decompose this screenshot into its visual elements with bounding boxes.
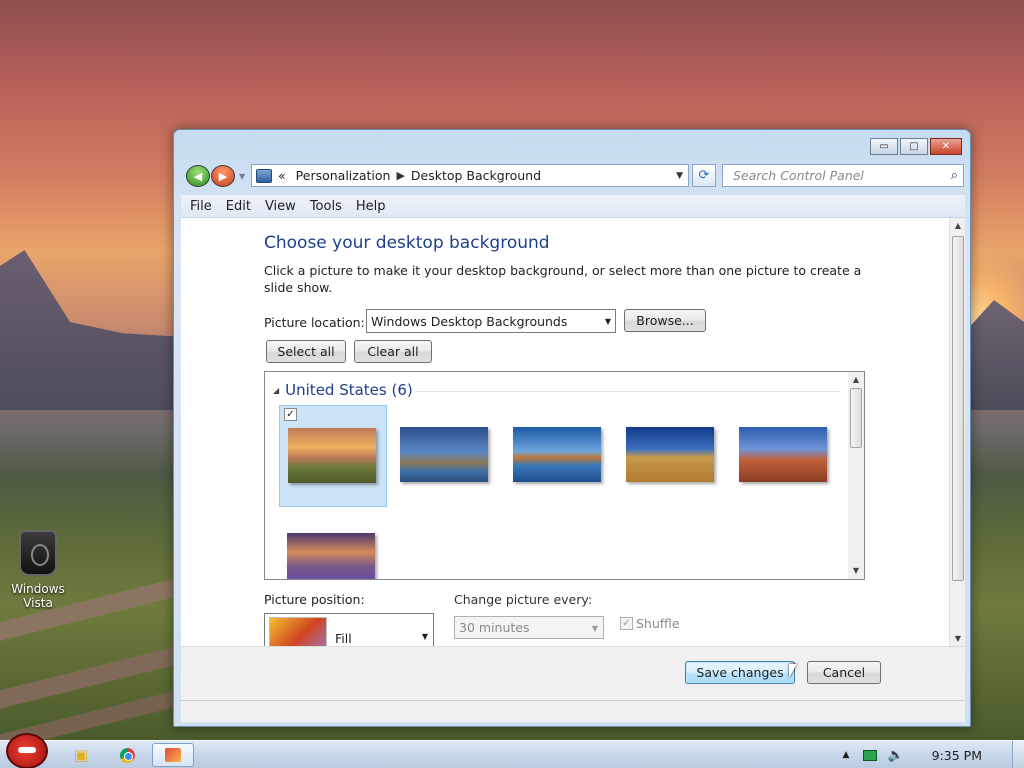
maximize-button[interactable]: □ — [900, 138, 928, 155]
wallpaper-thumbnail — [513, 427, 601, 482]
menu-edit[interactable]: Edit — [226, 199, 251, 214]
personalization-window-icon[interactable] — [152, 743, 194, 767]
wallpaper-thumbnail — [288, 428, 376, 483]
close-button[interactable]: ✕ — [930, 138, 962, 155]
clear-all-button[interactable]: Clear all — [354, 340, 432, 363]
show-desktop-button[interactable] — [1012, 741, 1024, 768]
show-hidden-icons-icon[interactable]: ▲ — [843, 750, 850, 760]
wallpaper-thumbnail — [287, 533, 375, 579]
chevron-down-icon: ▼ — [591, 624, 598, 633]
wallpaper-mountain-left — [0, 250, 175, 410]
page-description: Click a picture to make it your desktop … — [264, 263, 862, 295]
desktop-icon-windows-vista[interactable]: Windows Vista — [6, 530, 70, 610]
change-picture-label: Change picture every: — [454, 592, 593, 607]
menu-view[interactable]: View — [265, 199, 296, 214]
scroll-up-arrow-icon[interactable]: ▲ — [848, 372, 864, 388]
breadcrumb-personalization[interactable]: Personalization — [296, 168, 391, 183]
back-button[interactable]: ◀ — [186, 165, 210, 187]
windows-explorer-icon[interactable]: ▣ — [62, 743, 100, 767]
group-divider — [415, 391, 840, 392]
picture-tile-rock-lake[interactable] — [505, 405, 613, 507]
forward-button[interactable]: ▶ — [211, 165, 235, 187]
shuffle-label: Shuffle — [636, 616, 680, 631]
content-pane: Choose your desktop background Click a p… — [181, 217, 965, 647]
change-picture-interval-select[interactable]: 30 minutes ▼ — [454, 616, 604, 639]
browse-button[interactable]: Browse... — [624, 309, 706, 332]
recent-pages-chevron-icon[interactable]: ▼ — [239, 172, 245, 181]
content-scrollbar[interactable]: ▲ ▼ — [949, 218, 965, 647]
group-title: United States (6) — [285, 381, 413, 399]
caption-buttons: ▭ □ ✕ — [868, 138, 962, 155]
chevron-down-icon: ▼ — [421, 632, 428, 641]
dialog-footer: Save changes Cancel — [181, 646, 965, 700]
wallpaper-thumbnail — [400, 427, 488, 482]
scroll-down-arrow-icon[interactable]: ▼ — [950, 631, 966, 647]
chrome-icon[interactable] — [108, 743, 146, 767]
breadcrumb-separator-icon[interactable]: ▶ — [396, 169, 404, 182]
address-bar[interactable]: « Personalization ▶ Desktop Background ▼ — [251, 164, 689, 187]
mouse-pointer-icon — [789, 664, 797, 678]
minimize-button[interactable]: ▭ — [870, 138, 898, 155]
menu-file[interactable]: File — [190, 199, 212, 214]
menu-bar: File Edit View Tools Help — [181, 195, 965, 217]
picture-position-select[interactable]: Fill ▼ — [264, 613, 434, 647]
picture-tile-hay-bale-field[interactable] — [618, 405, 726, 507]
taskbar: ▣ ▲ 🔈 9:35 PM — [0, 733, 1024, 768]
angry-birds-start-icon[interactable] — [6, 733, 48, 768]
picture-gallery: ◢ United States (6) ✓ ▲ ▼ — [264, 371, 865, 580]
picture-tile-lake-flowers[interactable] — [279, 511, 387, 579]
picture-tile-delicate-arch[interactable] — [731, 405, 839, 507]
gallery-scrollbar[interactable]: ▲ ▼ — [848, 372, 864, 579]
picture-tile-lighthouse-coast[interactable] — [392, 405, 500, 507]
picture-position-label: Picture position: — [264, 592, 365, 607]
content-scroll-thumb[interactable] — [952, 236, 964, 581]
personalization-window: ▭ □ ✕ ◀ ▶ ▼ « Personalization ▶ Desktop … — [173, 129, 971, 727]
clock[interactable]: 9:35 PM — [932, 748, 982, 763]
picture-position-value: Fill — [335, 631, 352, 646]
picture-tile-sunset-field[interactable]: ✓ — [279, 405, 387, 507]
cancel-button[interactable]: Cancel — [807, 661, 881, 684]
search-placeholder: Search Control Panel — [733, 168, 864, 183]
page-title: Choose your desktop background — [264, 233, 550, 253]
chevron-down-icon: ▼ — [604, 317, 611, 326]
status-bar — [181, 700, 965, 722]
position-preview-thumbnail — [269, 617, 327, 646]
save-changes-button[interactable]: Save changes — [685, 661, 795, 684]
search-input[interactable]: Search Control Panel ⌕ — [722, 164, 964, 187]
collapse-triangle-icon[interactable]: ◢ — [273, 386, 279, 395]
change-picture-value: 30 minutes — [459, 620, 530, 635]
select-all-button[interactable]: Select all — [266, 340, 346, 363]
group-header-united-states[interactable]: ◢ United States (6) — [273, 381, 413, 399]
scroll-up-arrow-icon[interactable]: ▲ — [950, 218, 966, 234]
address-dropdown-icon[interactable]: ▼ — [676, 171, 683, 181]
address-overflow-chevron[interactable]: « — [278, 168, 286, 183]
wallpaper-thumbnail — [626, 427, 714, 482]
scroll-down-arrow-icon[interactable]: ▼ — [848, 563, 864, 579]
wallpaper-thumbnail — [739, 427, 827, 482]
recycle-bin-icon — [19, 530, 57, 576]
search-icon[interactable]: ⌕ — [951, 168, 958, 183]
network-icon[interactable] — [863, 749, 878, 761]
shuffle-checkbox[interactable]: ✓ Shuffle — [620, 616, 680, 631]
system-tray: ▲ 🔈 9:35 PM — [843, 741, 1024, 768]
picture-location-select[interactable]: Windows Desktop Backgrounds ▼ — [366, 309, 616, 333]
desktop-icon-label: Windows Vista — [11, 582, 65, 610]
menu-help[interactable]: Help — [356, 199, 386, 214]
control-panel-icon — [256, 168, 272, 183]
picture-location-label: Picture location: — [264, 315, 365, 330]
shuffle-check-icon: ✓ — [620, 617, 633, 630]
volume-icon[interactable]: 🔈 — [887, 748, 903, 763]
menu-tools[interactable]: Tools — [310, 199, 342, 214]
gallery-scroll-thumb[interactable] — [850, 388, 862, 448]
refresh-button[interactable]: ⟳ — [692, 164, 716, 187]
picture-checkbox[interactable]: ✓ — [284, 408, 297, 421]
navigation-bar: ◀ ▶ ▼ « Personalization ▶ Desktop Backgr… — [184, 164, 964, 188]
picture-location-value: Windows Desktop Backgrounds — [371, 313, 568, 329]
breadcrumb-desktop-background[interactable]: Desktop Background — [411, 168, 541, 183]
